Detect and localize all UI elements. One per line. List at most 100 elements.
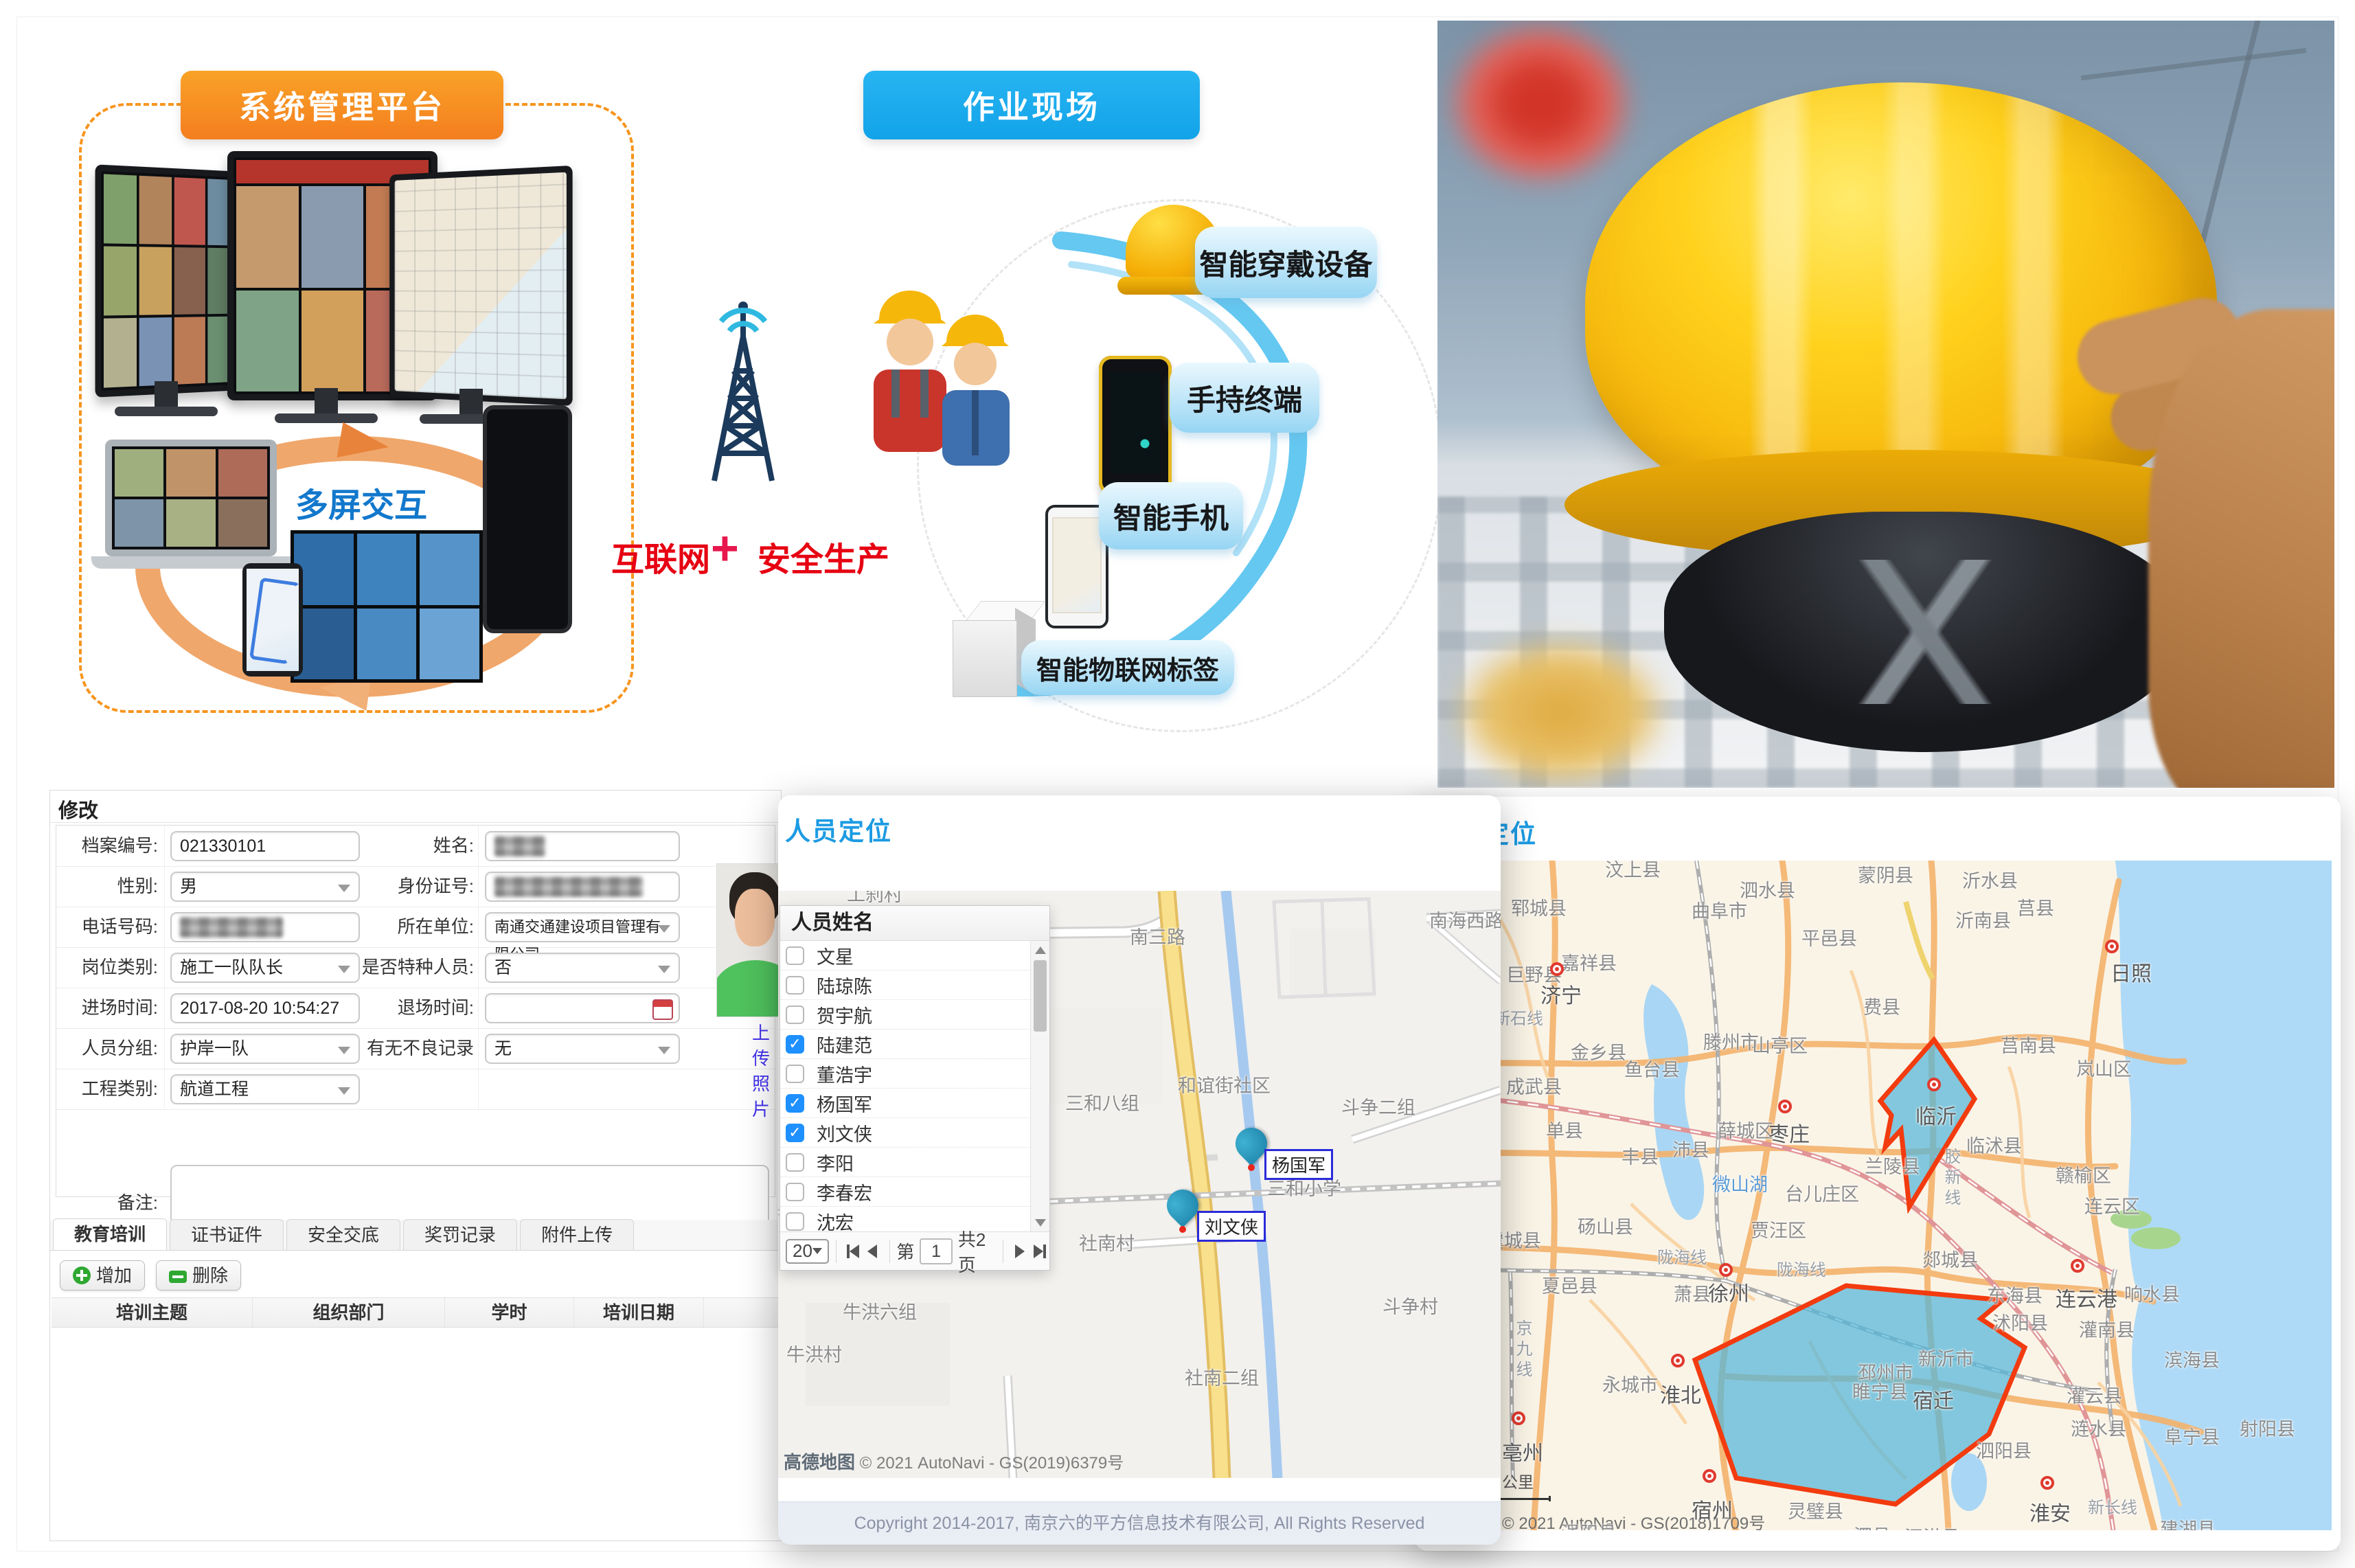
project-select[interactable]: 航道工程 [170, 1074, 360, 1104]
person-row[interactable]: 陆琼陈 [780, 970, 1049, 1000]
person-name: 刘文侠 [817, 1120, 872, 1146]
person-checkbox[interactable] [786, 1212, 804, 1231]
delete-button[interactable]: 删除 [156, 1260, 241, 1291]
map-label: 灵璧县 [1788, 1497, 1843, 1523]
map-label: 沂南县 [1955, 906, 2011, 933]
person-checkbox[interactable]: ✓ [786, 1094, 804, 1113]
city-icon [1671, 1354, 1685, 1367]
screen-thumbnail [139, 247, 172, 315]
tab-3[interactable]: 安全交底 [286, 1219, 400, 1250]
first-page-button[interactable] [843, 1240, 863, 1262]
map-label: 沭阳县 [1992, 1308, 2048, 1335]
person-checkbox[interactable] [786, 1005, 804, 1024]
laptop [105, 440, 277, 556]
person-checkbox[interactable] [786, 1183, 804, 1201]
last-page-button[interactable] [1030, 1240, 1049, 1262]
map-label: 宿州 [1692, 1494, 1733, 1524]
exit-time-input[interactable] [485, 993, 680, 1023]
pill-smartphone: 智能手机 [1099, 482, 1243, 549]
person-checkbox[interactable] [786, 946, 804, 965]
person-checkbox[interactable]: ✓ [786, 1035, 804, 1054]
group-select[interactable]: 护岸一队 [170, 1034, 360, 1064]
helmet-photo [1437, 21, 2334, 788]
map-label: 泗水县 [1740, 876, 1795, 902]
archive-input[interactable]: 021330101 [170, 831, 360, 861]
tab-1[interactable]: 教育培训 [53, 1218, 167, 1250]
safety-label: 安全生产 [758, 532, 889, 580]
map-label: 台儿庄区 [1785, 1179, 1859, 1206]
region-map[interactable]: 公里 © 2021 AutoNavi - GS(2018)1709号 汶上县蒙阴… [1425, 861, 2332, 1530]
scroll-thumb[interactable] [1034, 960, 1047, 1032]
person-row[interactable]: 沈宏 [780, 1207, 1049, 1232]
page: 系统管理平台 作业现场 多屏交互 互联网 + 安全生产 [0, 0, 2355, 1568]
enter-time-input[interactable]: 2017-08-20 10:54:27 [170, 993, 360, 1023]
person-checkbox[interactable] [786, 1153, 804, 1172]
person-row[interactable]: 李阳 [780, 1148, 1049, 1177]
map-label: 亳州 [1502, 1436, 1543, 1466]
tab-5[interactable]: 附件上传 [520, 1219, 634, 1250]
gender-select[interactable]: 男 [170, 872, 360, 902]
map-label: 响水县 [2124, 1280, 2180, 1306]
person-row[interactable]: ✓ 陆建范 [780, 1030, 1049, 1059]
map-label: 汶上县 [1605, 861, 1661, 882]
map-label: 成武县 [1506, 1072, 1562, 1099]
internet-label: 互联网 [611, 532, 710, 580]
page-input[interactable]: 1 [920, 1238, 952, 1264]
pill-handheld: 手持终端 [1170, 363, 1319, 433]
column-header: 学时 [445, 1298, 574, 1327]
map-label: 平邑县 [1801, 924, 1857, 951]
add-button[interactable]: 增加 [60, 1260, 145, 1291]
screen-thumbnail [357, 534, 417, 605]
map-label: 连云区 [2084, 1192, 2140, 1218]
enter-time-label: 进场时间: [56, 988, 158, 1028]
pagination-bar: 20 第 1 共2页 [780, 1231, 1049, 1270]
person-row[interactable]: ✓ 刘文侠 [780, 1118, 1049, 1148]
map-label: 东海县 [1987, 1281, 2043, 1308]
person-row[interactable]: 李春宏 [780, 1177, 1049, 1207]
person-checkbox[interactable]: ✓ [786, 1124, 804, 1142]
phone-input[interactable] [170, 912, 360, 942]
map-label: 新沂市 [1918, 1344, 1974, 1371]
person-name: 文星 [817, 942, 854, 969]
tab-4[interactable]: 奖罚记录 [403, 1219, 517, 1250]
special-select[interactable]: 否 [485, 953, 680, 983]
map-label: 曲阜市 [1692, 896, 1747, 923]
worksite-title: 作业现场 [863, 71, 1200, 139]
map-label: 鱼台县 [1624, 1055, 1680, 1082]
person-checkbox[interactable] [786, 1065, 804, 1083]
chevron-down-icon [812, 1248, 822, 1254]
idcard-input[interactable] [485, 872, 680, 902]
person-row[interactable]: 文星 [780, 941, 1049, 970]
tab-2[interactable]: 证书证件 [170, 1219, 284, 1250]
name-label: 姓名: [345, 826, 474, 866]
person-row[interactable]: 贺宇航 [780, 1000, 1049, 1030]
city-icon [2105, 940, 2119, 953]
map-label: 郯城县 [1922, 1245, 1978, 1272]
map-label: 泗洪县 [1904, 1523, 1960, 1530]
scrollbar[interactable] [1030, 941, 1049, 1232]
scroll-down-icon[interactable] [1035, 1219, 1046, 1227]
post-select[interactable]: 施工一队队长 [170, 953, 360, 983]
map-label: 京九线 [1510, 1319, 1534, 1381]
map-label: 薛城区 [1718, 1116, 1773, 1143]
training-table-header: 培训主题组织部门学时培训日期 [52, 1297, 780, 1328]
next-page-button[interactable] [1010, 1240, 1029, 1262]
scroll-up-icon[interactable] [1035, 946, 1046, 954]
map-label: 泗县 [1854, 1521, 1891, 1530]
map-label: 丰县 [1622, 1142, 1659, 1169]
video-wall [291, 530, 483, 683]
page-size-select[interactable]: 20 [786, 1239, 829, 1264]
name-input[interactable] [485, 831, 680, 861]
person-row[interactable]: 董浩宇 [780, 1059, 1049, 1089]
upload-photo-link[interactable]: 上传照片 [752, 1019, 775, 1121]
safety-vest-blur [1437, 616, 1698, 788]
person-row[interactable]: ✓ 杨国军 [780, 1089, 1049, 1118]
unit-select[interactable]: 南通交通建设项目管理有限公司 [485, 912, 680, 942]
prev-page-button[interactable] [863, 1240, 882, 1262]
calendar-icon[interactable] [652, 999, 673, 1020]
person-name: 杨国军 [817, 1090, 872, 1117]
map-label: 莒南县 [2001, 1031, 2056, 1058]
person-name: 陆建范 [817, 1031, 872, 1058]
person-checkbox[interactable] [786, 976, 804, 995]
bad-record-select[interactable]: 无 [485, 1034, 680, 1064]
